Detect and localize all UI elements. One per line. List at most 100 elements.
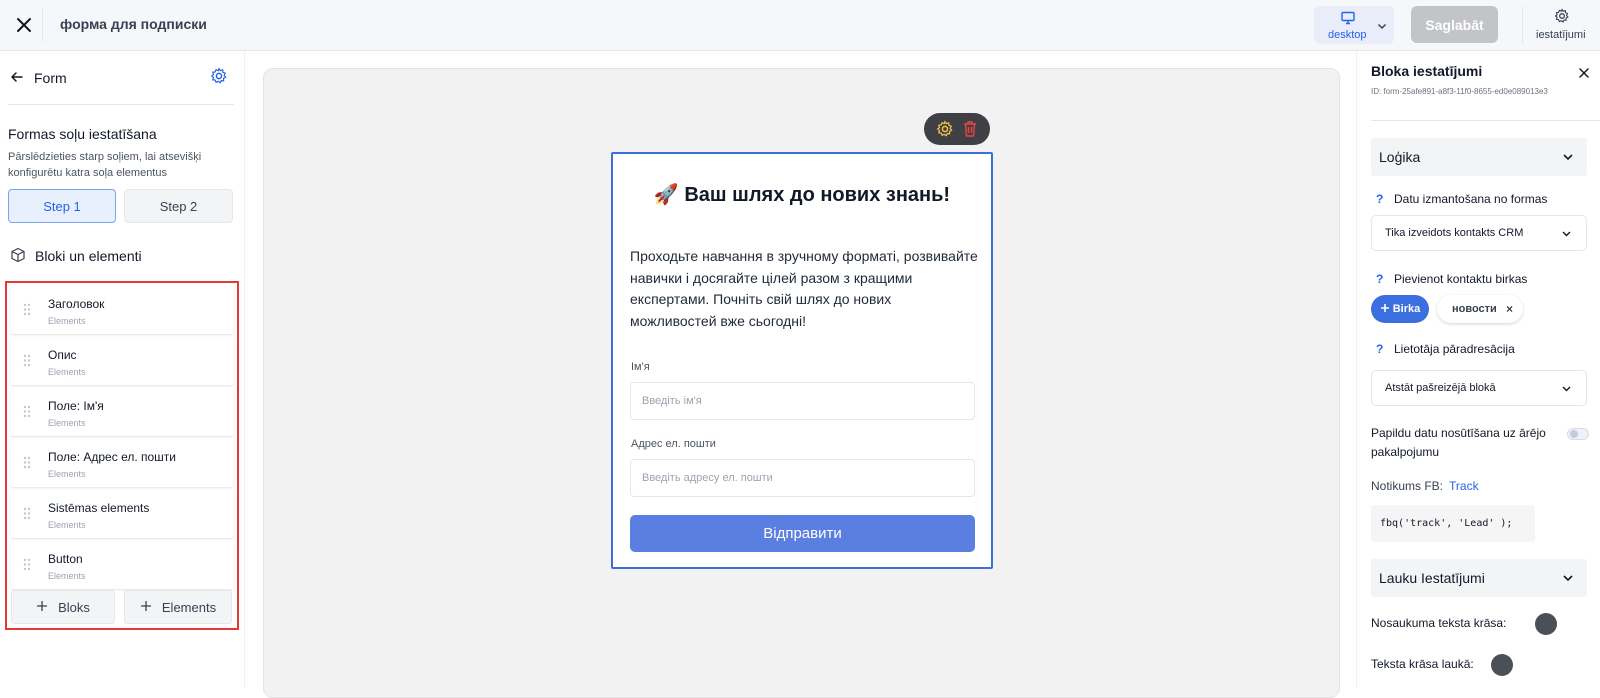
redirect-value: Atstāt pašreizējā blokā (1385, 382, 1496, 394)
title-color-swatch[interactable] (1535, 613, 1557, 635)
add-block-label: Bloks (58, 599, 90, 615)
logic-section-title: Loģika (1379, 149, 1421, 165)
chevron-down-icon (1561, 150, 1575, 169)
trash-icon[interactable] (962, 120, 978, 143)
list-item[interactable]: Sistēmas elements Elements (11, 491, 233, 538)
block-type: Elements (48, 418, 86, 428)
block-name: Button (48, 552, 83, 566)
add-tag-label: Birka (1392, 303, 1421, 315)
settings-label: iestatījumi (1536, 29, 1586, 41)
redirect-select[interactable]: Atstāt pašreizējā blokā (1371, 370, 1587, 406)
data-usage-value: Tika izveidots kontakts CRM (1385, 227, 1524, 239)
blocks-list: Заголовок Elements Опис Elements Поле: І… (5, 281, 239, 630)
email-input[interactable]: Введіть адресу ел. пошти (630, 459, 975, 497)
settings-button[interactable]: iestatījumi (1532, 6, 1592, 44)
step-1-button[interactable]: Step 1 (8, 189, 116, 223)
form-title: 🚀 Ваш шлях до нових знань! (653, 184, 951, 206)
drag-handle-icon[interactable] (23, 303, 31, 321)
field-text-color-label: Teksta krāsa laukā: (1371, 657, 1474, 671)
back-arrow-icon[interactable] (10, 70, 24, 89)
block-id: ID: form-25afe891-a8f3-11f0-8655-ed0e089… (1371, 87, 1548, 96)
divider (1522, 6, 1523, 44)
chevron-down-icon (1376, 19, 1388, 37)
email-field-label: Адрес ел. пошти (631, 438, 716, 450)
gear-icon[interactable] (210, 67, 228, 90)
tag-label: новости (1452, 303, 1497, 315)
save-button[interactable]: Saglabāt (1411, 6, 1498, 43)
page-title: форма для подписки (60, 16, 207, 32)
add-element-button[interactable]: Elements (124, 590, 232, 624)
plus-icon (1380, 303, 1390, 316)
title-color-label: Nosaukuma teksta krāsa: (1371, 616, 1507, 630)
help-icon[interactable]: ? (1376, 272, 1383, 286)
list-item[interactable]: Заголовок Elements (11, 287, 233, 334)
top-bar: форма для подписки desktop Saglabāt iest… (0, 0, 1600, 51)
toggle-knob (1570, 430, 1578, 438)
block-name: Sistēmas elements (48, 501, 150, 515)
fb-event-label: Notikums FB: (1371, 479, 1444, 493)
close-icon[interactable] (8, 9, 40, 41)
name-field-label: Ім'я (631, 361, 650, 373)
fb-event-link[interactable]: Track (1449, 479, 1479, 493)
block-type: Elements (48, 571, 86, 581)
block-type: Elements (48, 469, 86, 479)
plus-icon (140, 600, 152, 615)
drag-handle-icon[interactable] (23, 456, 31, 474)
device-label: desktop (1328, 29, 1367, 41)
block-type: Elements (48, 367, 86, 377)
block-name: Заголовок (48, 297, 105, 311)
remove-tag-icon[interactable]: × (1506, 302, 1513, 316)
name-input[interactable]: Введіть ім'я (630, 382, 975, 420)
add-tag-button[interactable]: Birka (1371, 295, 1429, 323)
form-preview[interactable]: 🚀 Ваш шлях до нових знань! Проходьте нав… (611, 152, 993, 569)
form-description: Проходьте навчання в зручному форматі, р… (630, 248, 978, 329)
chevron-down-icon (1560, 382, 1573, 400)
divider (1371, 120, 1600, 121)
drag-handle-icon[interactable] (23, 558, 31, 576)
gear-icon[interactable] (936, 120, 954, 143)
fields-section-title: Lauku Iestatījumi (1379, 570, 1485, 586)
block-name: Опис (48, 348, 77, 362)
step-2-button[interactable]: Step 2 (124, 189, 233, 223)
tag-chip: новости × (1437, 295, 1523, 323)
add-block-button[interactable]: Bloks (11, 590, 115, 624)
right-panel-title: Bloka iestatījumi (1371, 63, 1483, 79)
left-panel-header: Form (8, 65, 234, 105)
help-icon[interactable]: ? (1376, 342, 1383, 356)
device-selector[interactable]: desktop (1314, 6, 1394, 44)
gear-icon (1554, 8, 1570, 29)
close-icon[interactable] (1579, 65, 1589, 83)
logic-section-header[interactable]: Loģika (1371, 138, 1587, 176)
right-panel: Bloka iestatījumi ID: form-25afe891-a8f3… (1356, 51, 1600, 688)
left-panel-title: Form (34, 70, 67, 86)
external-send-toggle[interactable] (1567, 428, 1589, 440)
list-item[interactable]: Button Elements (11, 542, 233, 589)
list-item[interactable]: Поле: Адрес ел. пошти Elements (11, 440, 233, 487)
fb-code-snippet: fbq('track', 'Lead' ); (1371, 505, 1535, 542)
steps-description: Pārslēdzieties starp soļiem, lai atseviš… (8, 151, 202, 179)
block-name: Поле: Адрес ел. пошти (48, 450, 177, 464)
fb-event-row: Notikums FB: Track (1371, 479, 1479, 493)
block-toolbar (924, 113, 990, 145)
block-type: Elements (48, 316, 86, 326)
drag-handle-icon[interactable] (23, 354, 31, 372)
data-usage-select[interactable]: Tika izveidots kontakts CRM (1371, 215, 1587, 251)
block-type: Elements (48, 520, 86, 530)
drag-handle-icon[interactable] (23, 507, 31, 525)
help-icon[interactable]: ? (1376, 192, 1383, 206)
monitor-icon (1340, 10, 1356, 31)
blocks-title-label: Bloki un elementi (35, 248, 142, 264)
steps-title: Formas soļu iestatīšana (8, 126, 157, 142)
cube-icon (10, 247, 26, 268)
list-item[interactable]: Опис Elements (11, 338, 233, 385)
drag-handle-icon[interactable] (23, 405, 31, 423)
divider (42, 8, 43, 42)
chevron-down-icon (1560, 227, 1573, 245)
field-text-color-swatch[interactable] (1491, 654, 1513, 676)
list-item[interactable]: Поле: Ім'я Elements (11, 389, 233, 436)
add-element-label: Elements (161, 599, 217, 615)
block-name: Поле: Ім'я (48, 399, 104, 413)
plus-icon (36, 600, 48, 615)
submit-button[interactable]: Відправити (630, 515, 975, 552)
fields-section-header[interactable]: Lauku Iestatījumi (1371, 559, 1587, 597)
